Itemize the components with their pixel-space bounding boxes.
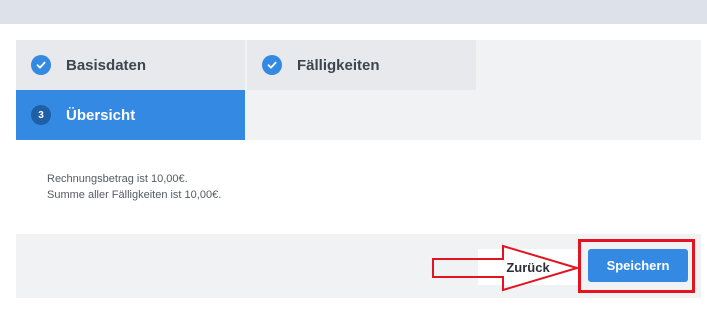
step-number-badge: 3 bbox=[31, 105, 51, 125]
arrow-annotation-icon bbox=[432, 244, 581, 292]
top-bar bbox=[0, 0, 707, 24]
step-faelligkeiten[interactable]: Fälligkeiten bbox=[247, 40, 476, 90]
wizard-steps: Basisdaten Fälligkeiten 3 Übersicht bbox=[16, 40, 701, 140]
step-label: Basisdaten bbox=[66, 56, 147, 74]
save-button[interactable]: Speichern bbox=[588, 249, 688, 282]
due-sum-text: Summe aller Fälligkeiten ist 10,00€. bbox=[47, 189, 222, 201]
step-basisdaten[interactable]: Basisdaten bbox=[16, 40, 245, 90]
check-icon bbox=[262, 55, 282, 75]
step-label: Übersicht bbox=[66, 106, 136, 124]
summary-text: Rechnungsbetrag ist 10,00€. Summe aller … bbox=[47, 171, 221, 203]
step-label: Fälligkeiten bbox=[297, 56, 380, 74]
step-uebersicht[interactable]: 3 Übersicht bbox=[16, 90, 245, 140]
check-icon bbox=[31, 55, 51, 75]
invoice-amount-text: Rechnungsbetrag ist 10,00€. bbox=[47, 173, 188, 185]
